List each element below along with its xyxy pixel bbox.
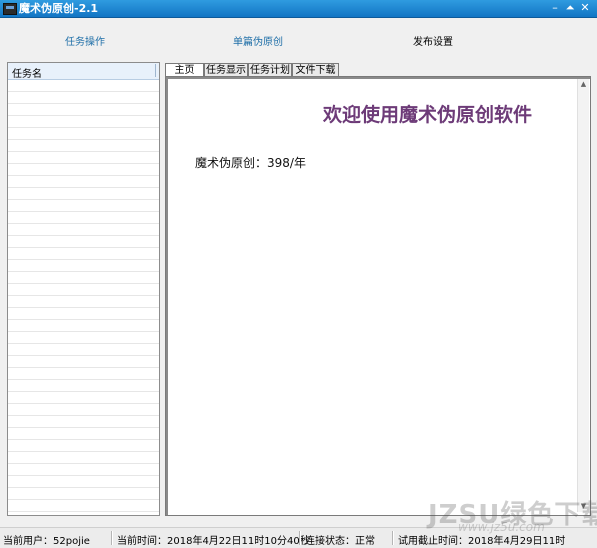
status-connection: 连接状态：正常 xyxy=(305,536,375,547)
status-divider xyxy=(111,531,113,545)
menu-bar: 任务操作 单篇伪原创 发布设置 xyxy=(0,18,597,60)
status-time: 当前时间：2018年4月22日11时10分40秒 xyxy=(117,536,310,547)
scroll-up-icon[interactable]: ▲ xyxy=(579,80,588,89)
menu-publish-settings[interactable]: 发布设置 xyxy=(413,33,453,48)
app-icon xyxy=(3,3,17,15)
task-list-header[interactable]: 任务名 xyxy=(8,63,159,80)
tab-file-download[interactable]: 文件下载 xyxy=(292,63,339,77)
title-bar: 魔术伪原创-2.1 – ⏶ ✕ xyxy=(0,0,597,18)
task-list[interactable]: 任务名 xyxy=(7,62,160,516)
status-divider xyxy=(299,531,301,545)
maximize-icon[interactable]: ⏶ xyxy=(563,1,577,15)
column-resize-handle[interactable] xyxy=(155,64,156,77)
tab-task-display[interactable]: 任务显示 xyxy=(204,63,248,77)
tab-home[interactable]: 主页 xyxy=(165,63,204,77)
status-user: 当前用户：52pojie xyxy=(3,536,90,547)
task-list-rows[interactable] xyxy=(8,80,159,515)
home-panel: 欢迎使用魔术伪原创软件 魔术伪原创：398/年 ▲ ▼ xyxy=(165,76,591,516)
menu-task-operations[interactable]: 任务操作 xyxy=(65,33,105,48)
close-icon[interactable]: ✕ xyxy=(578,1,592,15)
menu-single-rewrite[interactable]: 单篇伪原创 xyxy=(233,33,283,48)
status-divider xyxy=(392,531,394,545)
window-title: 魔术伪原创-2.1 xyxy=(19,2,99,15)
minimize-icon[interactable]: – xyxy=(548,1,562,15)
status-trial-end: 试用截止时间：2018年4月29日11时 xyxy=(398,536,566,547)
vertical-scrollbar[interactable]: ▲ ▼ xyxy=(577,79,589,512)
welcome-heading: 欢迎使用魔术伪原创软件 xyxy=(322,104,532,126)
tab-task-schedule[interactable]: 任务计划 xyxy=(248,63,292,77)
task-name-column: 任务名 xyxy=(12,69,42,80)
price-text: 魔术伪原创：398/年 xyxy=(195,156,306,170)
watermark-url: www.jz5u.com xyxy=(458,520,545,534)
